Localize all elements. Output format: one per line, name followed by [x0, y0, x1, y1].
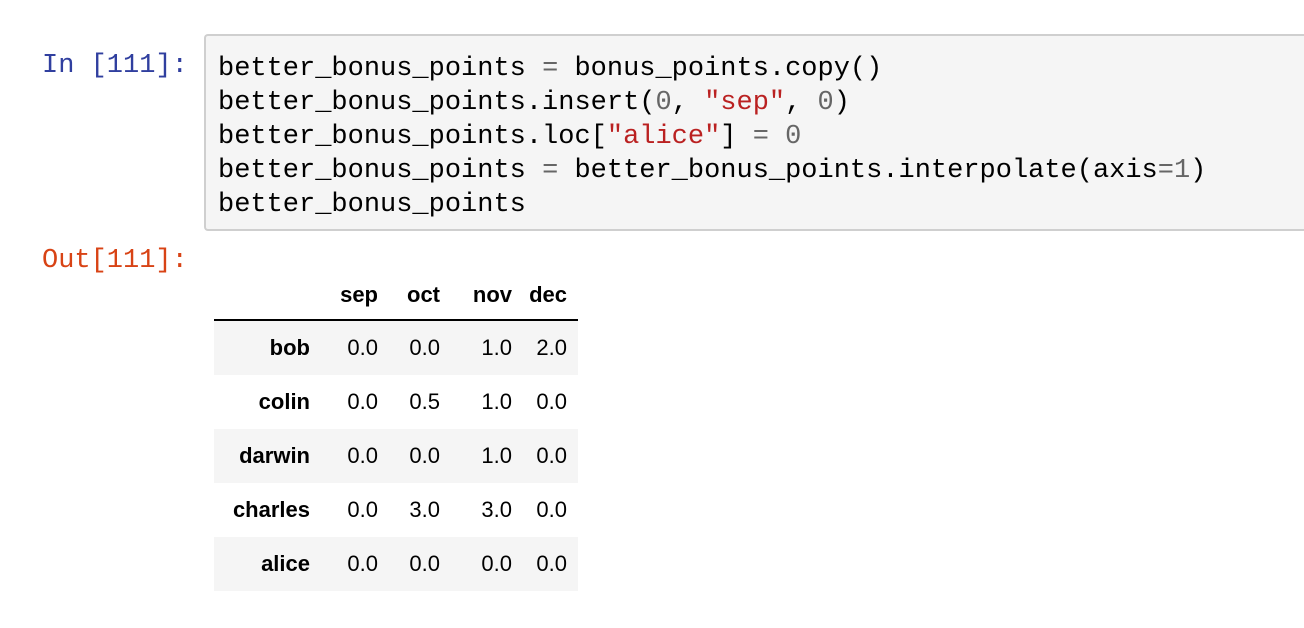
- code-string-token: "sep": [704, 88, 786, 118]
- column-header: dec: [523, 270, 578, 321]
- table-row: bob 0.0 0.0 1.0 2.0: [214, 320, 578, 375]
- table-cell: 1.0: [481, 443, 512, 468]
- table-cell: 0.0: [347, 443, 378, 468]
- code-number-token: 1: [1173, 156, 1191, 186]
- output-prompt: Out[111]:: [42, 246, 188, 276]
- table-cell: 0.0: [536, 443, 567, 468]
- code-line: better_bonus_points.insert(0, "sep", 0): [218, 86, 850, 120]
- code-token: bonus_points.copy(): [558, 54, 883, 84]
- table-cell: 0.0: [347, 551, 378, 576]
- code-token: better_bonus_points: [218, 54, 543, 84]
- code-number-token: 0: [785, 122, 802, 152]
- code-line: better_bonus_points.loc["alice"] = 0: [218, 120, 801, 154]
- code-token: better_bonus_points: [218, 190, 526, 220]
- code-line: better_bonus_points = bonus_points.copy(…: [218, 52, 882, 86]
- table-cell: 0.0: [536, 389, 567, 414]
- code-operator-token: =: [542, 156, 559, 186]
- code-string-token: "alice": [606, 122, 721, 152]
- column-header: oct: [389, 270, 451, 321]
- table-cell: 0.0: [409, 551, 440, 576]
- code-operator-token: =: [542, 54, 559, 84]
- code-token: better_bonus_points.insert(: [218, 88, 656, 118]
- row-index-label: darwin: [239, 443, 310, 468]
- code-token: better_bonus_points.interpolate(axis: [558, 156, 1158, 186]
- table-row: colin 0.0 0.5 1.0 0.0: [214, 375, 578, 429]
- code-line: better_bonus_points = better_bonus_point…: [218, 154, 1206, 188]
- code-token: ,: [671, 88, 705, 118]
- table-cell: 1.0: [481, 335, 512, 360]
- code-token: better_bonus_points.loc[: [218, 122, 607, 152]
- index-corner-header: [214, 270, 322, 321]
- table-cell: 0.0: [409, 443, 440, 468]
- table-row: charles 0.0 3.0 3.0 0.0: [214, 483, 578, 537]
- table-header-row: sep oct nov dec: [214, 270, 578, 321]
- table-cell: 0.5: [409, 389, 440, 414]
- code-operator-token: =: [1157, 156, 1174, 186]
- table-cell: 0.0: [536, 497, 567, 522]
- row-index-label: charles: [232, 497, 310, 522]
- code-token: better_bonus_points: [218, 156, 543, 186]
- table-cell: 3.0: [409, 497, 440, 522]
- table-cell: 0.0: [347, 335, 378, 360]
- table-cell: 0.0: [536, 551, 567, 576]
- row-index-label: bob: [269, 335, 310, 360]
- row-index-label: colin: [258, 389, 310, 414]
- table-cell: 1.0: [481, 389, 512, 414]
- code-token: ): [833, 88, 850, 118]
- table-cell: 2.0: [536, 335, 567, 360]
- table-cell: 0.0: [409, 335, 440, 360]
- row-index-label: alice: [261, 551, 310, 576]
- input-prompt: In [111]:: [42, 51, 188, 81]
- table-cell: 0.0: [347, 497, 378, 522]
- code-line: better_bonus_points: [218, 188, 526, 222]
- column-header: sep: [322, 270, 389, 321]
- dataframe-output-table: sep oct nov dec bob 0.0 0.0 1.0 2.0 coli…: [214, 270, 578, 591]
- table-cell: 3.0: [481, 497, 512, 522]
- code-number-token: 0: [655, 88, 672, 118]
- column-header: nov: [451, 270, 523, 321]
- code-token: ]: [720, 122, 753, 152]
- table-cell: 0.0: [481, 551, 512, 576]
- code-cell-editor[interactable]: better_bonus_points = bonus_points.copy(…: [204, 34, 1304, 231]
- code-token: ): [1190, 156, 1207, 186]
- table-row: alice 0.0 0.0 0.0 0.0: [214, 537, 578, 591]
- code-number-token: 0: [817, 88, 834, 118]
- code-token: ,: [785, 88, 818, 118]
- code-operator-token: =: [752, 122, 769, 152]
- table-row: darwin 0.0 0.0 1.0 0.0: [214, 429, 578, 483]
- table-cell: 0.0: [347, 389, 378, 414]
